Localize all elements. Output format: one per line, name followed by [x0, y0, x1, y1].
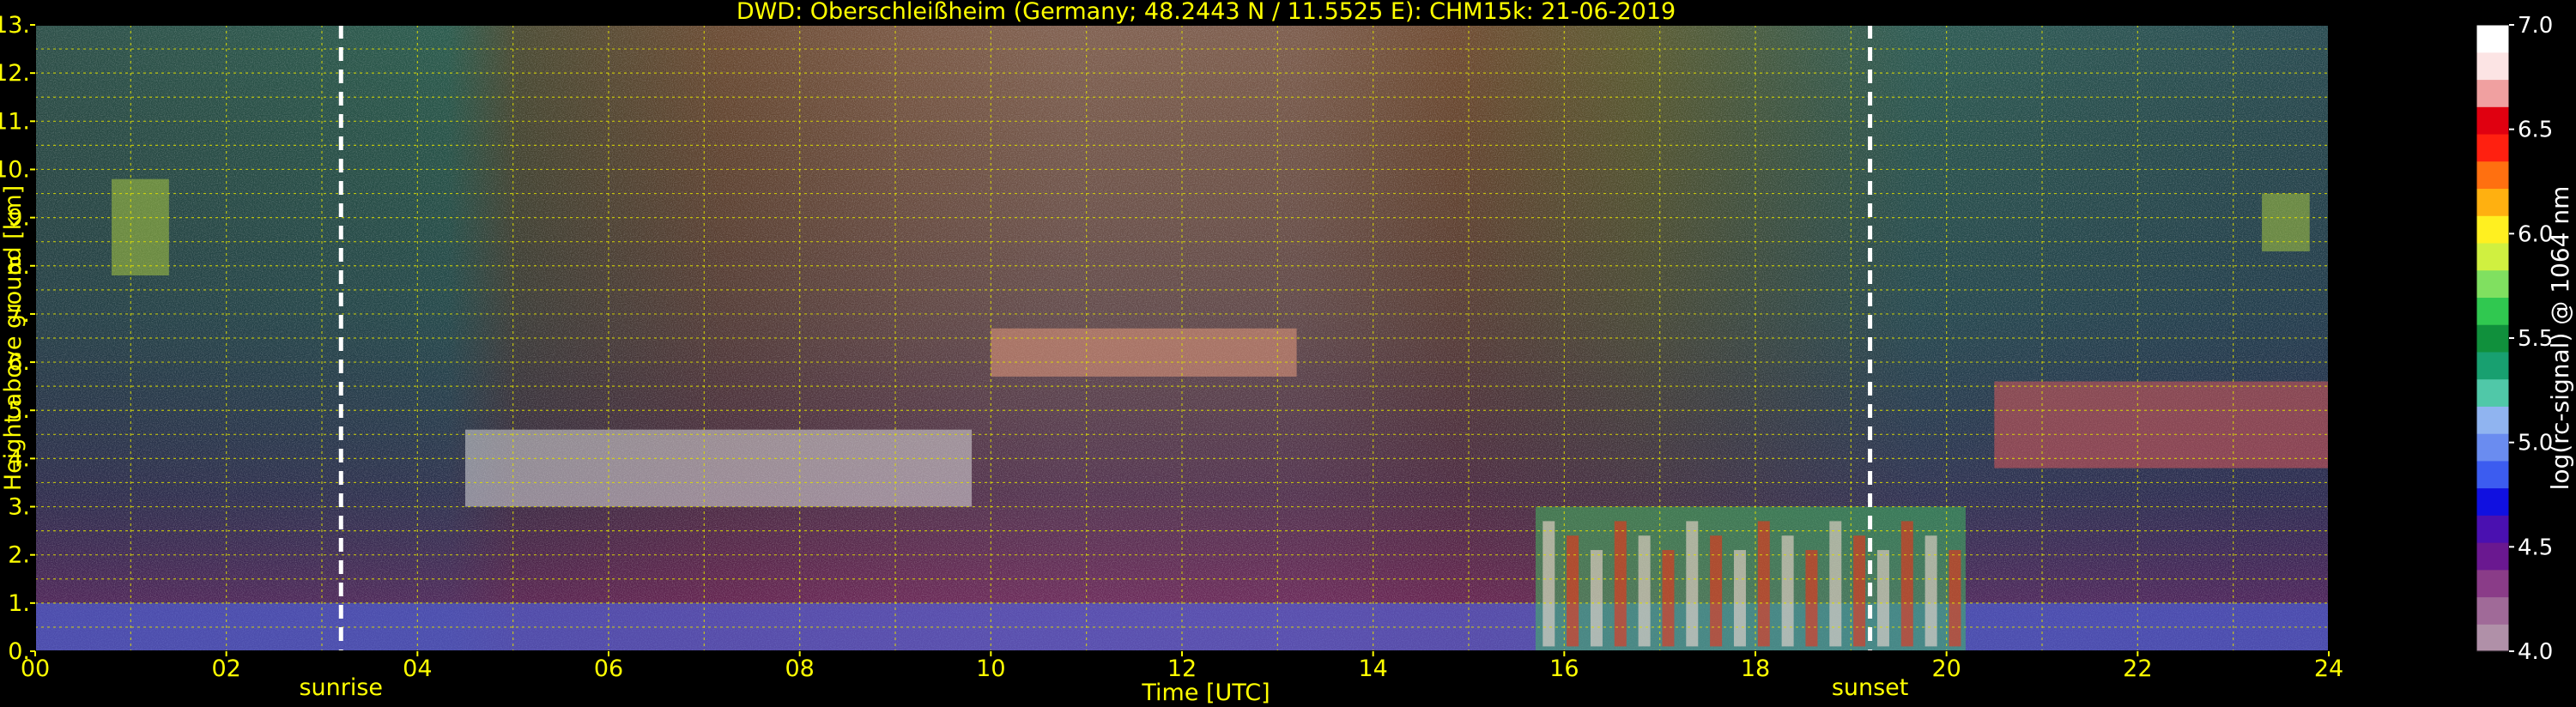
- colorbar-segment: [2476, 378, 2509, 407]
- low-cloud-streak: [1876, 550, 1889, 647]
- x-tick-label: 22: [2123, 656, 2152, 682]
- low-cloud-streak: [1710, 535, 1723, 647]
- colorbar-segment: [2476, 487, 2509, 516]
- colorbar-segment: [2476, 515, 2509, 543]
- y-tick-label: 1.: [8, 590, 30, 617]
- colorbar: 4.04.55.05.56.06.57.0: [2476, 13, 2553, 665]
- colorbar-segment: [2476, 324, 2509, 353]
- x-tick-label: 00: [21, 656, 50, 682]
- x-tick-label: 18: [1741, 656, 1770, 682]
- colorbar-segment: [2476, 624, 2509, 652]
- x-tick-label: 10: [976, 656, 1005, 682]
- x-tick-label: 02: [211, 656, 240, 682]
- x-tick-label: 24: [2314, 656, 2343, 682]
- y-tick-label: 10.: [0, 156, 30, 183]
- colorbar-segment: [2476, 51, 2509, 81]
- low-cloud-streak: [1781, 535, 1794, 647]
- colorbar-segment: [2476, 160, 2509, 190]
- colorbar-tick-label: 4.5: [2518, 535, 2553, 560]
- colorbar-segment: [2476, 433, 2509, 462]
- colorbar-segment: [2476, 460, 2509, 489]
- feature-cloud-layer-5: [991, 328, 1297, 377]
- sunset-label: sunset: [1832, 674, 1909, 701]
- colorbar-segment: [2476, 406, 2509, 434]
- colorbar-segment: [2476, 542, 2509, 571]
- plot-area: [34, 24, 2330, 652]
- colorbar-segment: [2476, 79, 2509, 107]
- low-cloud-streak: [1590, 550, 1603, 647]
- colorbar-tick-label: 4.0: [2518, 639, 2553, 665]
- y-tick-label: 2.: [8, 542, 30, 569]
- chart-title: DWD: Oberschleißheim (Germany; 48.2443 N…: [736, 0, 1676, 25]
- colorbar-tick-label: 7.0: [2518, 13, 2553, 39]
- low-cloud-streak: [1662, 550, 1675, 647]
- x-tick-label: 04: [403, 656, 432, 682]
- low-cloud-streak: [1853, 535, 1866, 647]
- sunrise-label: sunrise: [299, 674, 383, 701]
- colorbar-segment: [2476, 188, 2509, 216]
- colorbar-segment: [2476, 596, 2509, 625]
- x-tick-label: 06: [594, 656, 623, 682]
- low-cloud-streak: [1924, 535, 1937, 647]
- x-tick-label: 20: [1931, 656, 1961, 682]
- feature-mid-cloud-2: [1994, 381, 2329, 468]
- feature-high-cirrus-4: [2262, 193, 2310, 251]
- low-cloud-streak: [1567, 535, 1579, 647]
- x-tick-label: 08: [785, 656, 814, 682]
- colorbar-segment: [2476, 269, 2509, 298]
- colorbar-tick-label: 6.5: [2518, 118, 2553, 143]
- colorbar-segment: [2476, 215, 2509, 244]
- colorbar-label: log(rc-signal) @ 1064 nm: [2546, 186, 2574, 491]
- colorbar-segment: [2476, 106, 2509, 135]
- low-cloud-streak: [1733, 550, 1746, 647]
- x-tick-label: 14: [1358, 656, 1387, 682]
- colorbar-segment: [2476, 297, 2509, 325]
- lidar-chart: 0.1.2.3.4.5.6.7.8.9.10.11.12.13. 00 02 04 0…: [0, 0, 2574, 706]
- x-tick-label: 16: [1549, 656, 1579, 682]
- colorbar-segment: [2476, 569, 2509, 598]
- colorbar-segment: [2476, 351, 2509, 380]
- y-tick-label: 3.: [8, 494, 30, 521]
- low-cloud-streak: [1949, 550, 1961, 647]
- y-tick-label: 13.: [0, 12, 30, 39]
- y-axis-label: Height above ground [km]: [0, 185, 27, 491]
- low-cloud-streak: [1638, 535, 1651, 647]
- colorbar-segment: [2476, 242, 2509, 271]
- x-axis-label: Time [UTC]: [1141, 680, 1270, 706]
- y-tick-label: 12.: [0, 60, 30, 87]
- low-cloud-streak: [1805, 550, 1818, 647]
- colorbar-segment: [2476, 25, 2509, 53]
- x-tick-label: 12: [1167, 656, 1197, 682]
- colorbar-segment: [2476, 133, 2509, 162]
- y-tick-label: 11.: [0, 108, 30, 135]
